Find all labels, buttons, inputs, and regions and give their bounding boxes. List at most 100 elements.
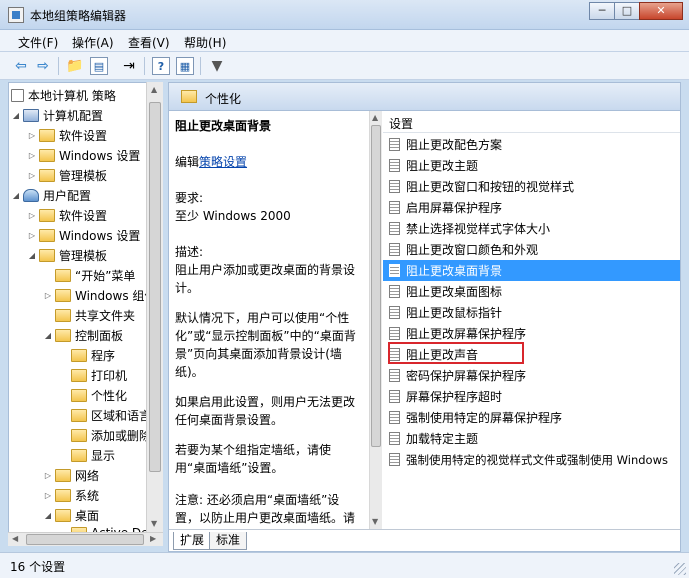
tree-hscroll-thumb[interactable] xyxy=(26,534,144,545)
tree-scroll-thumb[interactable] xyxy=(149,102,161,472)
edit-line: 编辑策略设置 xyxy=(175,155,248,169)
tree-item-system[interactable]: ▷ 系统 xyxy=(43,485,99,505)
folder-up-icon[interactable]: 📁 xyxy=(66,57,84,75)
forward-arrow-icon[interactable]: ⇨ xyxy=(34,57,52,75)
tree-item-user-software-settings[interactable]: ▷ 软件设置 xyxy=(27,205,107,225)
setting-title: 阻止更改桌面背景 xyxy=(175,119,272,133)
category-header: 个性化 xyxy=(169,83,680,111)
tree-item-region-language[interactable]: 区域和语言 xyxy=(71,405,151,425)
expand-triangle-icon[interactable]: ▷ xyxy=(27,211,37,220)
tree-item-personalization[interactable]: 个性化 xyxy=(71,385,127,405)
scroll-up-icon[interactable]: ▲ xyxy=(151,85,157,94)
tree-item-start-menu[interactable]: “开始”菜单 xyxy=(55,265,135,285)
collapse-triangle-icon[interactable]: ◢ xyxy=(43,331,53,340)
folder-icon xyxy=(39,168,55,182)
scroll-down-icon[interactable]: ▼ xyxy=(372,517,378,526)
policy-setting-icon xyxy=(389,138,400,151)
menu-view[interactable]: 查看(V) xyxy=(128,34,170,51)
expand-triangle-icon[interactable]: ▷ xyxy=(27,151,37,160)
main-pane: 个性化 阻止更改桌面背景 编辑策略设置 要求: 至少 Windows 2000 … xyxy=(168,82,681,552)
properties-icon[interactable]: ▦ xyxy=(176,57,194,75)
tab-extended[interactable]: 扩展 xyxy=(173,532,212,550)
description-pane: 阻止更改桌面背景 编辑策略设置 要求: 至少 Windows 2000 描述: … xyxy=(169,111,369,529)
setting-row[interactable]: 加载特定主题 xyxy=(383,428,680,449)
tree-vertical-scrollbar[interactable]: ▲ ▼ xyxy=(146,82,163,532)
collapse-triangle-icon[interactable]: ◢ xyxy=(11,111,21,120)
filter-icon[interactable]: ▼ xyxy=(208,57,226,75)
tree-item-programs[interactable]: 程序 xyxy=(71,345,115,365)
description-scroll-thumb[interactable] xyxy=(371,125,381,447)
collapse-triangle-icon[interactable]: ◢ xyxy=(43,511,53,520)
tree-item-windows-settings[interactable]: ▷ Windows 设置 xyxy=(27,145,140,165)
menu-help[interactable]: 帮助(H) xyxy=(184,34,226,51)
setting-row[interactable]: 启用屏幕保护程序 xyxy=(383,197,680,218)
tree-item-printers[interactable]: 打印机 xyxy=(71,365,127,385)
tab-standard[interactable]: 标准 xyxy=(209,532,248,550)
setting-row[interactable]: 禁止选择视觉样式字体大小 xyxy=(383,218,680,239)
export-list-icon[interactable]: ⇥ xyxy=(120,57,138,75)
tree-item-software-settings[interactable]: ▷ 软件设置 xyxy=(27,125,107,145)
expand-triangle-icon[interactable]: ▷ xyxy=(43,491,53,500)
folder-icon xyxy=(71,428,87,442)
tree-item-control-panel[interactable]: ◢ 控制面板 xyxy=(43,325,123,345)
description-scrollbar[interactable]: ▲ ▼ xyxy=(369,111,382,529)
scroll-left-icon[interactable]: ◀ xyxy=(12,534,18,543)
tree-item-add-remove[interactable]: 添加或删除 xyxy=(71,425,151,445)
menu-file[interactable]: 文件(F) xyxy=(18,34,58,51)
maximize-button[interactable]: □ xyxy=(614,2,640,20)
tree-item-admin-templates[interactable]: ▷ 管理模板 xyxy=(27,165,107,185)
show-hide-tree-icon[interactable]: ▤ xyxy=(90,57,108,75)
tree-horizontal-scrollbar[interactable]: ◀ ▶ xyxy=(8,532,163,546)
back-arrow-icon[interactable]: ⇦ xyxy=(12,57,30,75)
resize-grip-icon[interactable] xyxy=(674,563,686,575)
collapse-triangle-icon[interactable]: ◢ xyxy=(27,251,37,260)
setting-row[interactable]: 强制使用特定的视觉样式文件或强制使用 Windows xyxy=(383,449,680,470)
setting-row[interactable]: 阻止更改窗口颜色和外观 xyxy=(383,239,680,260)
setting-row-selected[interactable]: 阻止更改桌面背景 xyxy=(383,260,680,281)
tree-item-display[interactable]: 显示 xyxy=(71,445,115,465)
close-button[interactable]: ✕ xyxy=(639,2,683,20)
scroll-up-icon[interactable]: ▲ xyxy=(372,113,378,122)
folder-icon xyxy=(39,228,55,242)
tree-item-user-admin-templates[interactable]: ◢ 管理模板 xyxy=(27,245,107,265)
setting-row[interactable]: 阻止更改窗口和按钮的视觉样式 xyxy=(383,176,680,197)
help-icon[interactable]: ? xyxy=(152,57,170,75)
setting-row[interactable]: 密码保护屏幕保护程序 xyxy=(383,365,680,386)
tree-item-user-windows-settings[interactable]: ▷ Windows 设置 xyxy=(27,225,140,245)
setting-row[interactable]: 阻止更改主题 xyxy=(383,155,680,176)
policy-setting-icon xyxy=(389,159,400,172)
setting-row[interactable]: 阻止更改桌面图标 xyxy=(383,281,680,302)
folder-icon xyxy=(55,468,71,482)
expand-triangle-icon[interactable]: ▷ xyxy=(43,291,53,300)
expand-triangle-icon[interactable]: ▷ xyxy=(43,471,53,480)
tree-item-desktop[interactable]: ◢ 桌面 xyxy=(43,505,99,525)
requirements-value: 至少 Windows 2000 xyxy=(175,209,291,223)
scroll-right-icon[interactable]: ▶ xyxy=(150,534,156,543)
tree-item-root[interactable]: 本地计算机 策略 xyxy=(11,85,116,105)
tree-item-network[interactable]: ▷ 网络 xyxy=(43,465,99,485)
setting-row[interactable]: 屏幕保护程序超时 xyxy=(383,386,680,407)
expand-triangle-icon[interactable]: ▷ xyxy=(27,231,37,240)
tree-item-computer-config[interactable]: ◢ 计算机配置 xyxy=(11,105,103,125)
scroll-down-icon[interactable]: ▼ xyxy=(151,519,157,528)
edit-policy-link[interactable]: 策略设置 xyxy=(199,155,247,169)
menu-action[interactable]: 操作(A) xyxy=(72,34,114,51)
toolbar-separator xyxy=(200,57,201,75)
setting-row[interactable]: 阻止更改声音 xyxy=(383,344,680,365)
collapse-triangle-icon[interactable]: ◢ xyxy=(11,191,21,200)
policy-setting-icon xyxy=(389,222,400,235)
toolbar: ⇦ ⇨ 📁 ▤ ⇥ ? ▦ ▼ xyxy=(0,52,689,80)
setting-row[interactable]: 阻止更改屏幕保护程序 xyxy=(383,323,680,344)
expand-triangle-icon[interactable]: ▷ xyxy=(27,171,37,180)
tree-item-user-config[interactable]: ◢ 用户配置 xyxy=(11,185,91,205)
minimize-button[interactable]: ─ xyxy=(589,2,615,20)
setting-row[interactable]: 强制使用特定的屏幕保护程序 xyxy=(383,407,680,428)
tree-item-windows-components[interactable]: ▷ Windows 组件 xyxy=(43,285,156,305)
column-header-settings[interactable]: 设置 xyxy=(383,111,680,133)
expand-triangle-icon[interactable]: ▷ xyxy=(27,131,37,140)
policy-setting-icon xyxy=(389,411,400,424)
tree-item-shared-folders[interactable]: 共享文件夹 xyxy=(55,305,135,325)
setting-row[interactable]: 阻止更改鼠标指针 xyxy=(383,302,680,323)
folder-icon xyxy=(39,128,55,142)
setting-row[interactable]: 阻止更改配色方案 xyxy=(383,134,680,155)
